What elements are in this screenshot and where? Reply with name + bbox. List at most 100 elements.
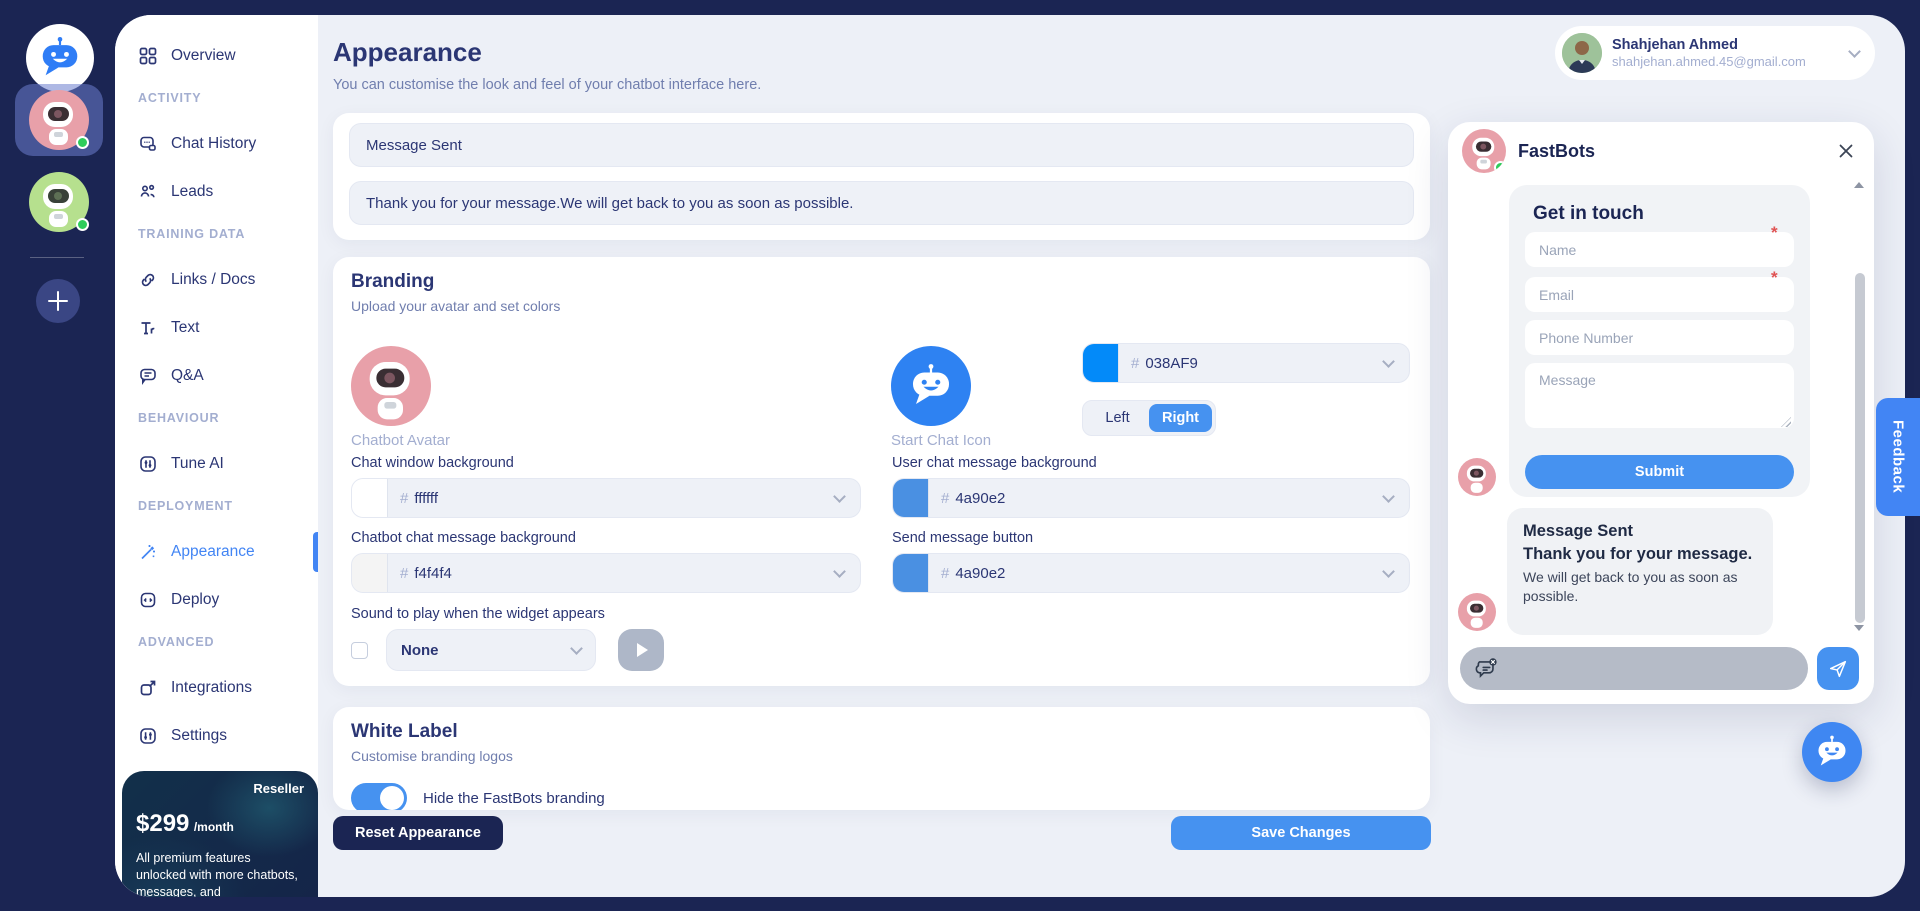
grid-icon bbox=[138, 46, 158, 66]
chat-launcher-button[interactable] bbox=[1802, 722, 1862, 782]
sidebar-item-label: Text bbox=[171, 319, 199, 337]
robot-chat-icon bbox=[1814, 734, 1850, 770]
page-title: Appearance bbox=[333, 37, 482, 68]
user-msg-bg-picker[interactable]: # 4a90e2 bbox=[892, 478, 1410, 518]
sidebar-item-settings[interactable]: Settings bbox=[115, 720, 318, 752]
fastbots-logo[interactable] bbox=[26, 24, 94, 92]
sidebar-item-qa[interactable]: Q&A bbox=[115, 360, 318, 392]
chevron-down-icon bbox=[1848, 45, 1861, 58]
side-navigation: Overview ACTIVITY Chat History Leads bbox=[115, 15, 318, 897]
phone-field[interactable] bbox=[1525, 320, 1794, 355]
widget-bot-avatar bbox=[1462, 129, 1506, 173]
page-subtitle: You can customise the look and feel of y… bbox=[333, 77, 761, 93]
feedback-tab[interactable]: Feedback bbox=[1876, 398, 1920, 516]
send-button-color-label: Send message button bbox=[892, 530, 1033, 546]
sidebar-item-leads[interactable]: Leads bbox=[115, 176, 318, 208]
link-icon bbox=[138, 270, 158, 290]
sidebar-item-label: Q&A bbox=[171, 367, 204, 385]
online-status-dot bbox=[76, 218, 89, 231]
color-swatch[interactable] bbox=[893, 554, 929, 592]
bot-msg-bg-label: Chatbot chat message background bbox=[351, 530, 576, 546]
thank-you-message-input[interactable] bbox=[349, 181, 1414, 225]
widget-header: FastBots bbox=[1448, 122, 1874, 180]
lead-messages-card bbox=[333, 113, 1430, 240]
branding-subtitle: Upload your avatar and set colors bbox=[351, 298, 1412, 314]
play-icon bbox=[637, 643, 648, 657]
user-msg-bg-label: User chat message background bbox=[892, 455, 1097, 471]
widget-scrollbar-thumb[interactable] bbox=[1855, 273, 1865, 623]
sidebar-item-appearance[interactable]: Appearance bbox=[115, 536, 318, 568]
reply-bold-line: Thank you for your message. bbox=[1523, 545, 1757, 564]
pink-robot-avatar-icon bbox=[1458, 593, 1496, 631]
hex-value: ffffff bbox=[414, 490, 438, 507]
nav-section-advanced: ADVANCED bbox=[138, 635, 214, 653]
chat-widget-preview: FastBots Get in touch * * Submit bbox=[1448, 122, 1874, 704]
color-swatch[interactable] bbox=[1083, 344, 1119, 382]
sidebar-item-tune-ai[interactable]: Tune AI bbox=[115, 448, 318, 480]
plan-price: $299 /month bbox=[136, 810, 304, 838]
submit-button[interactable]: Submit bbox=[1525, 455, 1794, 489]
sidebar-item-chat-history[interactable]: Chat History bbox=[115, 128, 318, 160]
position-left-option[interactable]: Left bbox=[1086, 404, 1149, 432]
widget-close-button[interactable] bbox=[1838, 143, 1854, 159]
hide-branding-label: Hide the FastBots branding bbox=[423, 790, 605, 807]
sidebar-item-overview[interactable]: Overview bbox=[115, 40, 318, 72]
form-title: Get in touch bbox=[1533, 203, 1794, 225]
add-chatbot-button[interactable] bbox=[36, 279, 80, 323]
send-message-button[interactable] bbox=[1817, 647, 1859, 690]
hex-hash: # bbox=[941, 565, 949, 582]
chat-window-bg-picker[interactable]: # ffffff bbox=[351, 478, 861, 518]
pink-robot-avatar-icon bbox=[1458, 458, 1496, 496]
start-icon-color-picker[interactable]: # 038AF9 bbox=[1082, 343, 1410, 383]
sidebar-item-deploy[interactable]: Deploy bbox=[115, 584, 318, 616]
user-profile-menu[interactable]: Shahjehan Ahmed shahjehan.ahmed.45@gmail… bbox=[1555, 26, 1875, 80]
settings-sliders-icon bbox=[138, 726, 158, 746]
start-chat-icon-preview[interactable] bbox=[891, 346, 971, 426]
chat-history-icon bbox=[138, 134, 158, 154]
scroll-down-arrow[interactable] bbox=[1854, 625, 1864, 631]
sidebar-item-label: Deploy bbox=[171, 591, 219, 609]
bot-msg-bg-picker[interactable]: # f4f4f4 bbox=[351, 553, 861, 593]
fastbots-app: Overview ACTIVITY Chat History Leads bbox=[0, 0, 1920, 911]
sound-select[interactable]: None bbox=[386, 629, 596, 671]
hex-value: f4f4f4 bbox=[414, 565, 452, 582]
sound-enabled-checkbox[interactable] bbox=[351, 642, 368, 659]
chevron-down-icon bbox=[570, 642, 583, 655]
save-changes-button[interactable]: Save Changes bbox=[1171, 816, 1431, 850]
nav-section-training-data: TRAINING DATA bbox=[138, 227, 245, 245]
reseller-plan-card[interactable]: Reseller $299 /month All premium feature… bbox=[122, 771, 318, 897]
play-sound-button[interactable] bbox=[618, 629, 664, 671]
sidebar-item-links-docs[interactable]: Links / Docs bbox=[115, 264, 318, 296]
send-button-color-picker[interactable]: # 4a90e2 bbox=[892, 553, 1410, 593]
chevron-down-icon bbox=[1382, 565, 1395, 578]
sidebar-item-label: Chat History bbox=[171, 135, 256, 153]
message-field[interactable] bbox=[1525, 363, 1794, 428]
magic-wand-icon bbox=[138, 542, 158, 562]
message-sent-input[interactable] bbox=[349, 123, 1414, 167]
sidebar-item-integrations[interactable]: Integrations bbox=[115, 672, 318, 704]
chatbot-avatar-upload[interactable] bbox=[351, 346, 431, 426]
hide-branding-toggle[interactable] bbox=[351, 783, 407, 810]
robot-chat-icon bbox=[907, 362, 955, 410]
bot-reply-bubble: Message Sent Thank you for your message.… bbox=[1507, 508, 1773, 635]
scroll-up-arrow[interactable] bbox=[1854, 182, 1864, 188]
plan-description: All premium features unlocked with more … bbox=[136, 850, 304, 897]
widget-message-inputbar[interactable] bbox=[1460, 647, 1808, 690]
sidebar-item-text[interactable]: Text bbox=[115, 312, 318, 344]
rail-divider bbox=[30, 257, 84, 258]
online-status-dot bbox=[76, 136, 89, 149]
color-swatch[interactable] bbox=[352, 479, 388, 517]
deploy-code-icon bbox=[138, 590, 158, 610]
start-chat-icon-label: Start Chat Icon bbox=[891, 432, 991, 449]
color-swatch[interactable] bbox=[893, 479, 929, 517]
position-right-option[interactable]: Right bbox=[1149, 404, 1212, 432]
color-swatch[interactable] bbox=[352, 554, 388, 592]
qa-icon bbox=[138, 366, 158, 386]
user-identity: Shahjehan Ahmed shahjehan.ahmed.45@gmail… bbox=[1612, 36, 1806, 70]
white-label-subtitle: Customise branding logos bbox=[351, 748, 1412, 764]
branding-title: Branding bbox=[351, 271, 1412, 293]
name-field[interactable] bbox=[1525, 232, 1794, 267]
email-field[interactable] bbox=[1525, 277, 1794, 312]
tune-sliders-icon bbox=[138, 454, 158, 474]
reset-appearance-button[interactable]: Reset Appearance bbox=[333, 816, 503, 850]
